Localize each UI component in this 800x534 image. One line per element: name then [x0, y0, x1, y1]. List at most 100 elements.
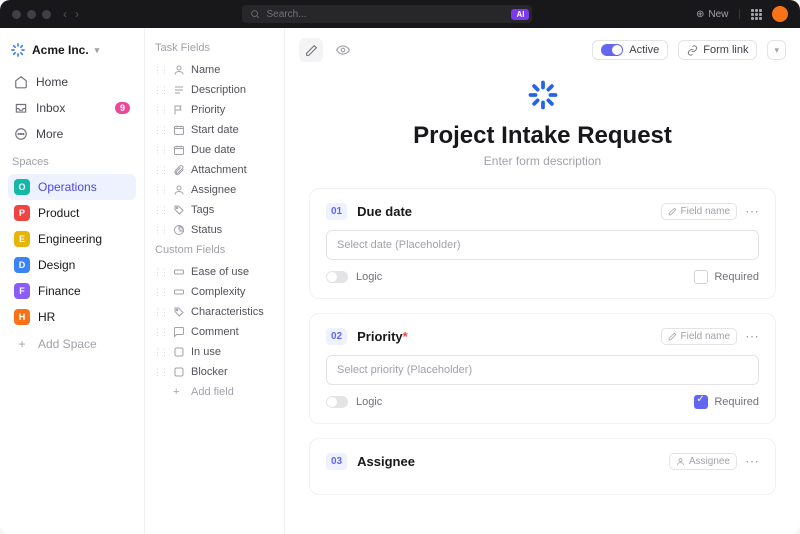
space-label: Engineering — [38, 232, 102, 246]
card-menu-icon[interactable]: ⋯ — [745, 328, 759, 345]
required-checkbox[interactable]: Required — [694, 270, 759, 284]
field-type-icon — [173, 144, 185, 156]
drag-handle-icon[interactable]: ⋮⋮ — [153, 165, 167, 176]
field-type-icon — [173, 326, 185, 338]
add-field-button[interactable]: ⋮⋮ + Add field — [151, 382, 278, 402]
card-menu-icon[interactable]: ⋯ — [745, 203, 759, 220]
field-priority[interactable]: ⋮⋮Priority — [151, 100, 278, 120]
space-item-engineering[interactable]: EEngineering — [8, 226, 136, 252]
space-item-finance[interactable]: FFinance — [8, 278, 136, 304]
field-type-icon — [173, 84, 185, 96]
add-space-button[interactable]: + Add Space — [8, 332, 136, 356]
logic-toggle[interactable] — [326, 271, 348, 283]
field-name[interactable]: ⋮⋮Name — [151, 60, 278, 80]
drag-handle-icon[interactable]: ⋮⋮ — [153, 105, 167, 116]
field-type-icon — [173, 286, 185, 298]
field-start-date[interactable]: ⋮⋮Start date — [151, 120, 278, 140]
form-field-card[interactable]: 02 Priority* Field name ⋯ Select priorit… — [309, 313, 776, 424]
checkbox-icon — [694, 270, 708, 284]
workspace-switcher[interactable]: Acme Inc. ▾ — [8, 38, 136, 62]
field-description[interactable]: ⋮⋮ Description — [151, 80, 278, 100]
logic-label: Logic — [356, 271, 382, 283]
nav-arrows[interactable]: ‹ › — [63, 7, 79, 21]
form-field-card[interactable]: 01 Due date Field name ⋯ Select date (Pl… — [309, 188, 776, 299]
field-name-chip[interactable]: Field name — [661, 203, 737, 220]
forward-icon[interactable]: › — [75, 7, 79, 21]
fields-panel: Task Fields ⋮⋮Name⋮⋮Description⋮⋮Priorit… — [145, 28, 285, 534]
active-toggle[interactable]: Active — [592, 40, 668, 60]
drag-handle-icon[interactable]: ⋮⋮ — [153, 287, 167, 298]
field-due-date[interactable]: ⋮⋮Due date — [151, 140, 278, 160]
drag-handle-icon[interactable]: ⋮⋮ — [153, 125, 167, 136]
field-complexity[interactable]: ⋮⋮ Complexity — [151, 282, 278, 302]
drag-handle-icon[interactable]: ⋮⋮ — [153, 225, 167, 236]
task-fields-heading: Task Fields — [151, 38, 278, 60]
field-label: Complexity — [191, 286, 245, 298]
field-assignee[interactable]: ⋮⋮Assignee — [151, 180, 278, 200]
field-characteristics[interactable]: ⋮⋮ Characteristics — [151, 302, 278, 322]
drag-handle-icon[interactable]: ⋮⋮ — [153, 307, 167, 318]
drag-handle-icon[interactable]: ⋮⋮ — [153, 347, 167, 358]
field-in-use[interactable]: ⋮⋮ In use — [151, 342, 278, 362]
field-placeholder-input[interactable]: Select date (Placeholder) — [326, 230, 759, 260]
field-attachment[interactable]: ⋮⋮ Attachment — [151, 160, 278, 180]
space-item-operations[interactable]: OOperations — [8, 174, 136, 200]
field-comment[interactable]: ⋮⋮Comment — [151, 322, 278, 342]
field-label: In use — [191, 346, 221, 358]
form-description[interactable]: Enter form description — [309, 154, 776, 168]
edit-mode-button[interactable] — [299, 38, 323, 62]
form-title[interactable]: Project Intake Request — [309, 122, 776, 150]
space-item-hr[interactable]: HHR — [8, 304, 136, 330]
card-title[interactable]: Priority* — [357, 329, 408, 344]
space-item-design[interactable]: DDesign — [8, 252, 136, 278]
field-placeholder-input[interactable]: Select priority (Placeholder) — [326, 355, 759, 385]
drag-handle-icon[interactable]: ⋮⋮ — [153, 145, 167, 156]
logic-toggle[interactable] — [326, 396, 348, 408]
drag-handle-icon[interactable]: ⋮⋮ — [153, 367, 167, 378]
card-number: 01 — [326, 203, 347, 220]
top-bar: ‹ › Search... AI ⊕ New | — [0, 0, 800, 28]
drag-handle-icon[interactable]: ⋮⋮ — [153, 327, 167, 338]
field-name-chip[interactable]: Field name — [661, 328, 737, 345]
field-name-chip[interactable]: Assignee — [669, 453, 737, 470]
field-status[interactable]: ⋮⋮Status — [151, 220, 278, 240]
field-label: Attachment — [191, 164, 247, 176]
card-title[interactable]: Due date — [357, 204, 412, 219]
card-number: 03 — [326, 453, 347, 470]
ai-badge[interactable]: AI — [511, 9, 529, 20]
card-title[interactable]: Assignee — [357, 454, 415, 469]
field-label: Characteristics — [191, 306, 264, 318]
nav-more[interactable]: More — [8, 122, 136, 146]
drag-handle-icon[interactable]: ⋮⋮ — [153, 267, 167, 278]
field-type-icon — [173, 366, 185, 378]
new-button[interactable]: ⊕ New — [696, 9, 728, 20]
field-label: Description — [191, 84, 246, 96]
avatar[interactable] — [772, 6, 788, 22]
drag-handle-icon[interactable]: ⋮⋮ — [153, 65, 167, 76]
spaces-heading: Spaces — [8, 148, 136, 172]
nav-home[interactable]: Home — [8, 70, 136, 94]
drag-handle-icon[interactable]: ⋮⋮ — [153, 205, 167, 216]
search-input[interactable]: Search... AI — [242, 5, 532, 23]
window-controls[interactable] — [12, 10, 51, 19]
nav-inbox[interactable]: Inbox 9 — [8, 96, 136, 120]
back-icon[interactable]: ‹ — [63, 7, 67, 21]
form-link-menu[interactable]: ▾ — [767, 40, 786, 60]
field-tags[interactable]: ⋮⋮Tags — [151, 200, 278, 220]
field-blocker[interactable]: ⋮⋮Blocker — [151, 362, 278, 382]
space-label: HR — [38, 310, 55, 324]
form-link-button[interactable]: Form link — [678, 40, 757, 60]
space-label: Product — [38, 206, 79, 220]
drag-handle-icon[interactable]: ⋮⋮ — [153, 185, 167, 196]
search-icon — [250, 9, 260, 19]
required-checkbox[interactable]: Required — [694, 395, 759, 409]
form-field-card[interactable]: 03 Assignee Assignee ⋯ — [309, 438, 776, 495]
space-item-product[interactable]: PProduct — [8, 200, 136, 226]
field-ease-of-use[interactable]: ⋮⋮Ease of use — [151, 262, 278, 282]
apps-icon[interactable] — [751, 9, 762, 20]
sidebar: Acme Inc. ▾ Home Inbox 9 More Spaces OOp… — [0, 28, 145, 534]
drag-handle-icon[interactable]: ⋮⋮ — [153, 85, 167, 96]
card-menu-icon[interactable]: ⋯ — [745, 453, 759, 470]
preview-mode-button[interactable] — [331, 38, 355, 62]
eye-icon — [336, 43, 350, 57]
